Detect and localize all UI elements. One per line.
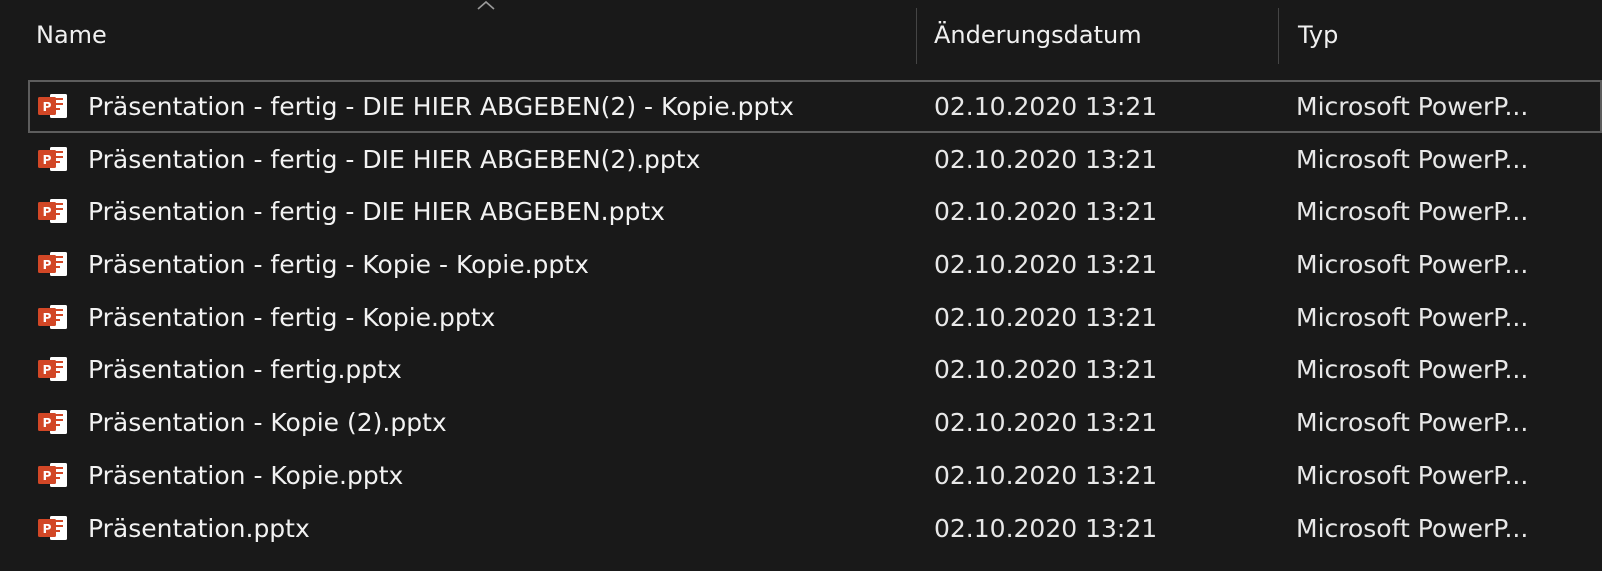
file-row[interactable]: P Präsentation - Kopie (2).pptx 02.10.20… [28,396,1602,449]
svg-text:P: P [43,205,52,219]
powerpoint-file-icon: P [38,462,67,487]
file-name: Präsentation.pptx [88,513,310,543]
powerpoint-file-icon: P [38,410,67,435]
file-date-modified: 02.10.2020 13:21 [934,197,1158,227]
column-divider[interactable] [1278,8,1279,64]
file-list-view: Name Änderungsdatum Typ P Präsentation -… [0,0,1602,571]
file-name: Präsentation - fertig - Kopie.pptx [88,302,496,332]
file-date-modified: 02.10.2020 13:21 [934,250,1158,280]
file-row[interactable]: P Präsentation - fertig - Kopie.pptx 02.… [28,291,1602,344]
file-name: Präsentation - Kopie.pptx [88,460,404,490]
powerpoint-file-icon: P [38,357,67,382]
powerpoint-file-icon: P [38,252,67,277]
file-type: Microsoft PowerP... [1296,513,1529,543]
column-header-bar: Name Änderungsdatum Typ [18,0,1602,68]
file-name: Präsentation - fertig.pptx [88,355,402,385]
file-date-modified: 02.10.2020 13:21 [934,513,1158,543]
svg-text:P: P [43,311,52,325]
file-row[interactable]: P Präsentation.pptx 02.10.2020 13:21 Mic… [28,502,1602,555]
powerpoint-file-icon: P [38,146,67,171]
powerpoint-file-icon: P [38,304,67,329]
file-row[interactable]: P Präsentation - fertig - DIE HIER ABGEB… [28,80,1602,133]
file-date-modified: 02.10.2020 13:21 [934,408,1158,438]
file-type: Microsoft PowerP... [1296,302,1529,332]
file-name: Präsentation - fertig - DIE HIER ABGEBEN… [88,197,665,227]
powerpoint-file-icon: P [38,199,67,224]
file-type: Microsoft PowerP... [1296,250,1529,280]
file-date-modified: 02.10.2020 13:21 [934,92,1158,121]
svg-text:P: P [43,469,52,483]
file-row[interactable]: P Präsentation - fertig - Kopie - Kopie.… [28,238,1602,291]
powerpoint-file-icon: P [38,515,67,540]
file-date-modified: 02.10.2020 13:21 [934,302,1158,332]
file-name: Präsentation - fertig - DIE HIER ABGEBEN… [88,92,794,121]
svg-text:P: P [43,153,52,167]
file-type: Microsoft PowerP... [1296,144,1529,174]
file-row[interactable]: P Präsentation - fertig - DIE HIER ABGEB… [28,185,1602,238]
file-name: Präsentation - fertig - DIE HIER ABGEBEN… [88,144,701,174]
column-header-type[interactable]: Typ [1280,0,1602,68]
file-row[interactable]: P Präsentation - Kopie.pptx 02.10.2020 1… [28,449,1602,502]
file-type: Microsoft PowerP... [1296,92,1529,121]
file-type: Microsoft PowerP... [1296,460,1529,490]
file-type: Microsoft PowerP... [1296,355,1529,385]
file-row[interactable]: P Präsentation - fertig.pptx 02.10.2020 … [28,343,1602,396]
svg-text:P: P [43,100,52,114]
svg-text:P: P [43,416,52,430]
column-header-name[interactable]: Name [18,0,916,68]
column-header-date-modified[interactable]: Änderungsdatum [916,0,1276,68]
file-row[interactable]: P Präsentation - fertig - DIE HIER ABGEB… [28,133,1602,186]
file-type: Microsoft PowerP... [1296,197,1529,227]
file-date-modified: 02.10.2020 13:21 [934,144,1158,174]
file-date-modified: 02.10.2020 13:21 [934,460,1158,490]
svg-text:P: P [43,258,52,272]
powerpoint-file-icon: P [38,94,67,118]
svg-text:P: P [43,363,52,377]
file-name: Präsentation - Kopie (2).pptx [88,408,447,438]
file-name: Präsentation - fertig - Kopie - Kopie.pp… [88,250,589,280]
file-type: Microsoft PowerP... [1296,408,1529,438]
file-date-modified: 02.10.2020 13:21 [934,355,1158,385]
file-rows: P Präsentation - fertig - DIE HIER ABGEB… [28,80,1602,554]
svg-text:P: P [43,522,52,536]
